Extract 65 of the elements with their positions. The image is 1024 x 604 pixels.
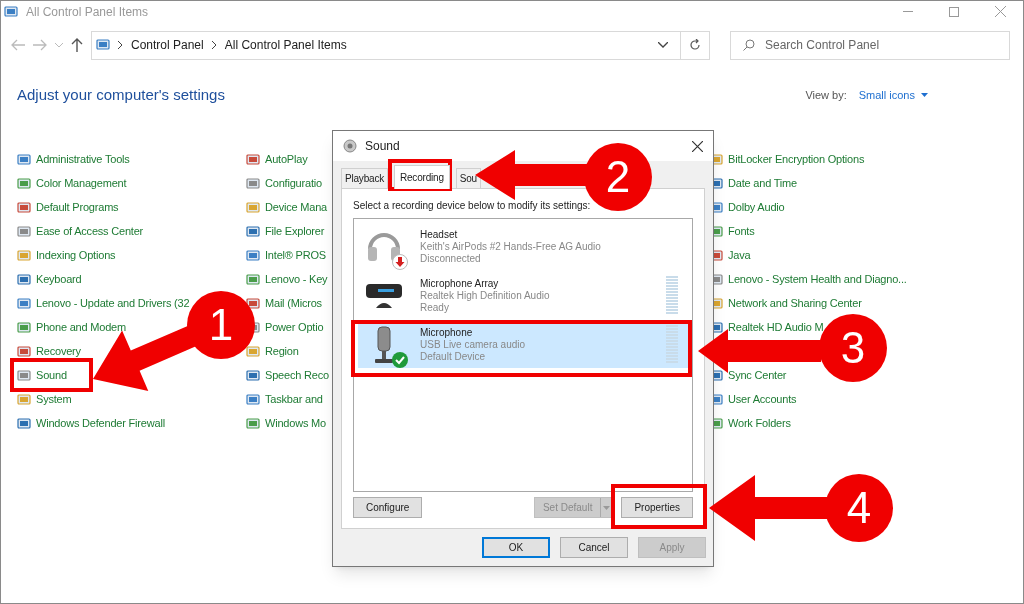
device-name: Microphone xyxy=(420,326,474,339)
view-by-label: View by: xyxy=(805,88,847,103)
applet-link[interactable]: Intel® PROS xyxy=(265,247,326,264)
applet-link[interactable]: Phone and Modem xyxy=(36,319,126,336)
applet-link[interactable]: Windows Mo xyxy=(265,415,326,432)
applet-link[interactable]: System xyxy=(36,391,72,408)
device-driver: Keith's AirPods #2 Hands-Free AG Audio xyxy=(420,240,601,253)
applet-link[interactable]: Dolby Audio xyxy=(728,199,785,216)
applet-link[interactable]: Indexing Options xyxy=(36,247,116,264)
device-driver: Realtek High Definition Audio xyxy=(420,289,550,302)
tab[interactable]: Sou xyxy=(455,168,481,189)
applet-link[interactable]: BitLocker Encryption Options xyxy=(728,151,865,168)
applet-link[interactable]: Sound xyxy=(36,367,67,384)
applet-link[interactable]: Administrative Tools xyxy=(36,151,130,168)
applet-link[interactable]: Sync Center xyxy=(728,367,787,384)
page-heading: Adjust your computer's settings xyxy=(17,85,225,105)
applet-link[interactable]: User Accounts xyxy=(728,391,797,408)
applet-link[interactable]: File Explorer xyxy=(265,223,325,240)
breadcrumb[interactable]: Control Panel xyxy=(131,36,204,54)
step-number: 4 xyxy=(825,474,893,542)
search-field[interactable]: Search Control Panel xyxy=(730,30,1010,60)
tab[interactable]: Playback xyxy=(341,168,388,189)
dialog-title: Sound xyxy=(365,138,400,155)
device-name: Headset xyxy=(420,228,459,241)
device-status: Ready xyxy=(420,301,450,314)
applet-link[interactable]: Lenovo - System Health and Diagno... xyxy=(728,271,907,288)
applet-link[interactable]: Ease of Access Center xyxy=(36,223,144,240)
applet-link[interactable]: Device Mana xyxy=(265,199,327,216)
dialog-button[interactable]: OK xyxy=(482,537,550,559)
applet-link[interactable]: Region xyxy=(265,343,299,360)
dialog-button[interactable]: Properties xyxy=(621,497,693,519)
applet-link[interactable]: Default Programs xyxy=(36,199,119,216)
search-input[interactable]: Search Control Panel xyxy=(765,36,1009,54)
device-driver: USB Live camera audio xyxy=(420,338,526,351)
applet-link[interactable]: Recovery xyxy=(36,343,81,360)
applet-link[interactable]: Java xyxy=(728,247,751,264)
tab[interactable]: Recording xyxy=(394,165,450,190)
device-status: Disconnected xyxy=(420,252,482,265)
applet-link[interactable]: Realtek HD Audio M xyxy=(728,319,824,336)
device-row[interactable]: Microphone Array Realtek High Definition Audio Ready xyxy=(358,272,688,320)
applet-link[interactable]: AutoPlay xyxy=(265,151,308,168)
address-bar[interactable]: Control Panel All Control Panel Items xyxy=(91,30,710,60)
dialog-button[interactable]: Configure xyxy=(353,497,423,519)
applet-link[interactable]: Speech Reco xyxy=(265,367,329,384)
device-status: Default Device xyxy=(420,350,487,363)
applet-link[interactable]: Network and Sharing Center xyxy=(728,295,862,312)
applet-link[interactable]: Fonts xyxy=(728,223,755,240)
applet-link[interactable]: Work Folders xyxy=(728,415,791,432)
applet-link[interactable]: Color Management xyxy=(36,175,127,192)
applet-link[interactable]: Taskbar and xyxy=(265,391,323,408)
applet-link[interactable]: Lenovo - Update and Drivers (32 xyxy=(36,295,190,312)
device-row[interactable]: Microphone USB Live camera audio Default Device xyxy=(358,321,688,369)
applet-link[interactable]: Date and Time xyxy=(728,175,797,192)
breadcrumb[interactable]: All Control Panel Items xyxy=(224,36,347,54)
view-by-dropdown[interactable]: Small icons xyxy=(858,87,928,104)
applet-link[interactable]: Windows Defender Firewall xyxy=(36,415,165,432)
applet-link[interactable]: Power Optio xyxy=(265,319,324,336)
applet-link[interactable]: Configuratio xyxy=(265,175,322,192)
applet-link[interactable]: Keyboard xyxy=(36,271,82,288)
device-row[interactable]: Headset Keith's AirPods #2 Hands-Free AG Audio Disconnected xyxy=(358,223,688,271)
dialog-button[interactable]: Cancel xyxy=(560,537,628,559)
window-title: All Control Panel Items xyxy=(26,3,149,21)
applet-link[interactable]: Mail (Micros xyxy=(265,295,322,312)
device-name: Microphone Array xyxy=(420,277,500,290)
applet-link[interactable]: Lenovo - Key xyxy=(265,271,328,288)
